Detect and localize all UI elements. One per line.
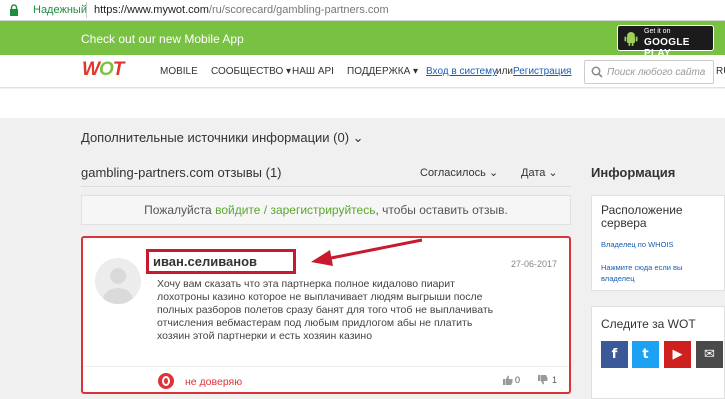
server-location-box: Расположение сервера Владелец по WHOIS Н… (591, 195, 725, 291)
owner-link[interactable]: Нажмите сюда если вы владелец (601, 262, 711, 284)
logo-letter-w: W (82, 59, 100, 80)
sort-agree[interactable]: Согласилось ⌄ (420, 166, 498, 179)
follow-title: Следите за WOT (601, 317, 696, 331)
browser-address-bar[interactable]: Надежный https://www.mywot.com/ru/scorec… (0, 0, 725, 21)
thumbs-up-icon[interactable] (503, 375, 513, 385)
dislike-count: 1 (552, 375, 558, 385)
language-selector[interactable]: RU (716, 66, 725, 77)
user-silhouette-icon (103, 268, 133, 304)
card-divider (83, 366, 569, 367)
register-link[interactable]: Регистрация (513, 66, 571, 77)
review-username[interactable]: иван.селиванов (153, 254, 257, 269)
wot-logo[interactable]: WOT (82, 59, 125, 81)
twitter-button[interactable]: t (632, 341, 659, 368)
address-divider (86, 2, 87, 18)
login-prompt-link[interactable]: войдите / зарегистрируйтесь (215, 203, 375, 217)
info-title: Информация (591, 165, 676, 180)
reviews-title: gambling-partners.com отзывы (1) (81, 165, 282, 180)
search-icon (591, 66, 603, 78)
login-prompt-post: , чтобы оставить отзыв. (375, 203, 508, 217)
review-verdict: не доверяю (185, 376, 243, 388)
divider (81, 186, 571, 187)
secure-label: Надежный (33, 4, 87, 16)
nav-api[interactable]: НАШ API (292, 66, 334, 77)
page-header-strip (0, 89, 725, 118)
login-link[interactable]: Вход в систему (426, 66, 497, 77)
follow-wot-box: Следите за WOT f t ▶ ✉ (591, 306, 725, 399)
email-icon: ✉ (704, 347, 715, 362)
android-icon (624, 32, 638, 46)
store-small-label: Get it on (644, 28, 671, 35)
facebook-icon: f (611, 347, 618, 362)
search-input[interactable] (607, 64, 711, 80)
whois-link[interactable]: Владелец по WHOIS (601, 240, 674, 249)
extra-sources-toggle[interactable]: Дополнительные источники информации (0) … (81, 130, 364, 146)
lock-icon (10, 4, 18, 16)
nav-support[interactable]: ПОДДЕРЖКА ▾ (347, 66, 418, 77)
nav-community[interactable]: СООБЩЕСТВО ▾ (211, 66, 291, 77)
distrust-icon (158, 373, 174, 389)
url-text[interactable]: https://www.mywot.com/ru/scorecard/gambl… (94, 4, 389, 16)
server-location-title: Расположение сервера (601, 203, 683, 230)
youtube-icon: ▶ (672, 347, 683, 362)
annotation-arrow (311, 238, 423, 266)
logo-letter-t: T (112, 59, 125, 80)
url-path: /ru/scorecard/gambling-partners.com (208, 4, 389, 16)
review-text: Хочу вам сказать что эта партнерка полно… (157, 278, 494, 342)
logo-letter-o: O (98, 59, 114, 80)
or-text: или (496, 66, 514, 77)
email-button[interactable]: ✉ (696, 341, 723, 368)
avatar[interactable] (95, 258, 141, 304)
url-host: https://www.mywot.com (94, 4, 209, 16)
login-prompt: Пожалуйста войдите / зарегистрируйтесь, … (81, 195, 571, 225)
google-play-button[interactable]: Get it on GOOGLE PLAY (617, 25, 714, 59)
like-count: 0 (515, 375, 521, 385)
banner-text: Check out our new Mobile App (81, 32, 244, 46)
thumbs-down-icon[interactable] (538, 375, 548, 385)
main-nav: WOT MOBILE СООБЩЕСТВО ▾ НАШ API ПОДДЕРЖК… (0, 55, 725, 88)
nav-mobile[interactable]: MOBILE (160, 66, 198, 77)
sort-date[interactable]: Дата ⌄ (521, 166, 558, 179)
twitter-icon: t (642, 347, 649, 362)
review-date: 27-06-2017 (511, 259, 558, 269)
youtube-button[interactable]: ▶ (664, 341, 691, 368)
site-search[interactable] (584, 60, 714, 84)
facebook-button[interactable]: f (601, 341, 628, 368)
mobile-app-banner: Check out our new Mobile App Get it on G… (0, 21, 725, 59)
login-prompt-pre: Пожалуйста (144, 203, 216, 217)
